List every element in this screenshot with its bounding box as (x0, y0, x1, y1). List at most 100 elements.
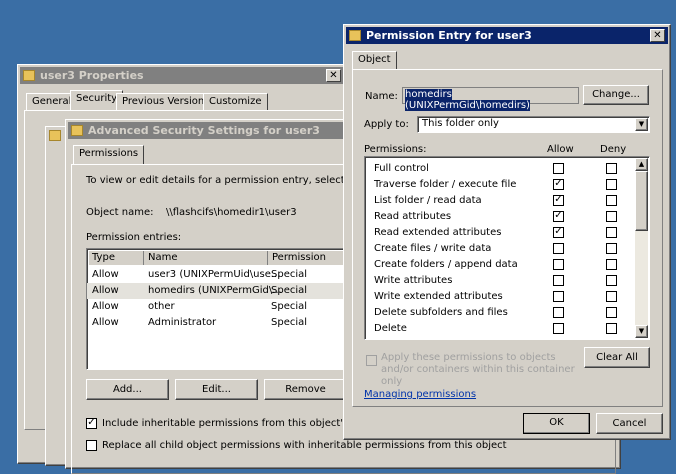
deny-checkbox[interactable] (606, 179, 617, 190)
replace-child-checkbox[interactable] (86, 440, 97, 451)
allow-checkbox[interactable] (553, 259, 564, 270)
deny-checkbox[interactable] (606, 211, 617, 222)
permission-name: Full control (374, 163, 429, 174)
folder-icon (71, 125, 83, 136)
table-row[interactable]: Allow homedirs (UNIXPermGid\... Special (87, 283, 355, 299)
deny-checkbox[interactable] (606, 195, 617, 206)
deny-checkbox[interactable] (606, 275, 617, 286)
tab-previous-versions[interactable]: Previous Versions (116, 93, 216, 110)
column-name[interactable]: Name (143, 251, 178, 265)
tab-permissions[interactable]: Permissions (73, 145, 145, 165)
permission-name: Write extended attributes (374, 291, 503, 302)
allow-checkbox[interactable] (553, 307, 564, 318)
ok-button[interactable]: OK (523, 413, 590, 434)
allow-checkbox[interactable] (553, 275, 564, 286)
permissions-list[interactable]: Full control Traverse folder / execute f… (364, 156, 650, 340)
row-type: Allow (92, 269, 119, 280)
change-button[interactable]: Change... (583, 85, 649, 105)
allow-checkbox[interactable] (553, 243, 564, 254)
permission-row: Write extended attributes (365, 289, 649, 305)
allow-checkbox[interactable] (553, 291, 564, 302)
tab-customize[interactable]: Customize (203, 93, 268, 110)
name-field[interactable]: homedirs (UNIXPermGid\homedirs) (402, 87, 579, 111)
object-name-value: \\flashcifs\homedir1\user3 (166, 207, 297, 218)
allow-checkbox[interactable]: ✓ (553, 211, 564, 222)
row-name: Administrator (148, 317, 217, 328)
close-button[interactable]: ✕ (650, 29, 665, 42)
permission-row: List folder / read data ✓ (365, 193, 649, 209)
remove-button[interactable]: Remove (264, 379, 347, 400)
include-inheritable-checkbox[interactable]: ✓ (86, 418, 97, 429)
permission-entries-list[interactable]: Type Name Permission Allow user3 (UNIXPe… (86, 248, 356, 370)
row-permission: Special (271, 301, 308, 312)
deny-checkbox[interactable] (606, 227, 617, 238)
allow-checkbox[interactable]: ✓ (553, 195, 564, 206)
scrollbar[interactable]: ▲ ▼ (635, 158, 648, 338)
permission-row: Read extended attributes ✓ (365, 225, 649, 241)
permission-name: Delete (374, 323, 407, 334)
scroll-thumb[interactable] (635, 171, 648, 231)
folder-icon (23, 70, 35, 81)
cancel-button[interactable]: Cancel (596, 413, 663, 434)
permission-name: Write attributes (374, 275, 453, 286)
permission-name: Read extended attributes (374, 227, 502, 238)
permission-entries-label: Permission entries: (86, 232, 182, 243)
managing-permissions-link[interactable]: Managing permissions (364, 389, 476, 400)
permission-row: Create folders / append data (365, 257, 649, 273)
permission-name: Delete subfolders and files (374, 307, 508, 318)
entry-titlebar: Permission Entry for user3 ✕ (346, 27, 668, 44)
permission-row: Delete subfolders and files (365, 305, 649, 321)
window-title: Advanced Security Settings for user3 (88, 124, 320, 137)
allow-checkbox[interactable] (553, 163, 564, 174)
deny-checkbox[interactable] (606, 291, 617, 302)
deny-checkbox[interactable] (606, 307, 617, 318)
permission-name: Read attributes (374, 211, 452, 222)
row-type: Allow (92, 301, 119, 312)
row-name: user3 (UNIXPermUid\use... (148, 269, 281, 280)
list-header: Type Name Permission (89, 251, 355, 265)
row-permission: Special (271, 269, 308, 280)
apply-to-value: This folder only (422, 118, 499, 129)
deny-checkbox[interactable] (606, 323, 617, 334)
row-type: Allow (92, 285, 119, 296)
scroll-down-button[interactable]: ▼ (635, 325, 648, 338)
scroll-up-button[interactable]: ▲ (635, 158, 648, 171)
apply-to-label: Apply to: (364, 119, 409, 130)
clear-all-button[interactable]: Clear All (584, 347, 650, 368)
window-title: user3 Properties (40, 69, 144, 82)
permission-row: Full control (365, 161, 649, 177)
column-permission[interactable]: Permission (267, 251, 326, 265)
table-row[interactable]: Allow other Special (87, 299, 355, 315)
name-value: homedirs (UNIXPermGid\homedirs) (405, 89, 530, 111)
row-name: other (148, 301, 175, 312)
apply-to-select[interactable]: This folder only ▼ (417, 116, 650, 133)
name-label: Name: (365, 91, 398, 102)
permission-entry-window: Permission Entry for user3 ✕ Object Name:… (343, 24, 671, 440)
deny-checkbox[interactable] (606, 163, 617, 174)
column-type[interactable]: Type (92, 251, 115, 265)
permission-row: Delete (365, 321, 649, 337)
add-button[interactable]: Add... (86, 379, 169, 400)
permission-name: Create files / write data (374, 243, 492, 254)
deny-checkbox[interactable] (606, 243, 617, 254)
allow-checkbox[interactable] (553, 323, 564, 334)
edit-button[interactable]: Edit... (175, 379, 258, 400)
folder-icon (49, 130, 61, 141)
deny-header: Deny (600, 144, 627, 155)
permission-row: Traverse folder / execute file ✓ (365, 177, 649, 193)
allow-checkbox[interactable]: ✓ (553, 227, 564, 238)
close-button[interactable]: ✕ (326, 69, 341, 82)
permission-name: Traverse folder / execute file (374, 179, 517, 190)
chevron-down-icon[interactable]: ▼ (635, 118, 648, 131)
permission-row: Read attributes ✓ (365, 209, 649, 225)
permissions-label: Permissions: (364, 144, 427, 155)
table-row[interactable]: Allow user3 (UNIXPermUid\use... Special (87, 267, 355, 283)
apply-inherit-label: Apply these permissions to objects and/o… (381, 352, 575, 387)
row-type: Allow (92, 317, 119, 328)
object-name-label: Object name: (86, 207, 154, 218)
allow-checkbox[interactable]: ✓ (553, 179, 564, 190)
table-row[interactable]: Allow Administrator Special (87, 315, 355, 331)
deny-checkbox[interactable] (606, 259, 617, 270)
apply-inherit-checkbox (366, 355, 377, 366)
tab-object[interactable]: Object (352, 51, 397, 70)
